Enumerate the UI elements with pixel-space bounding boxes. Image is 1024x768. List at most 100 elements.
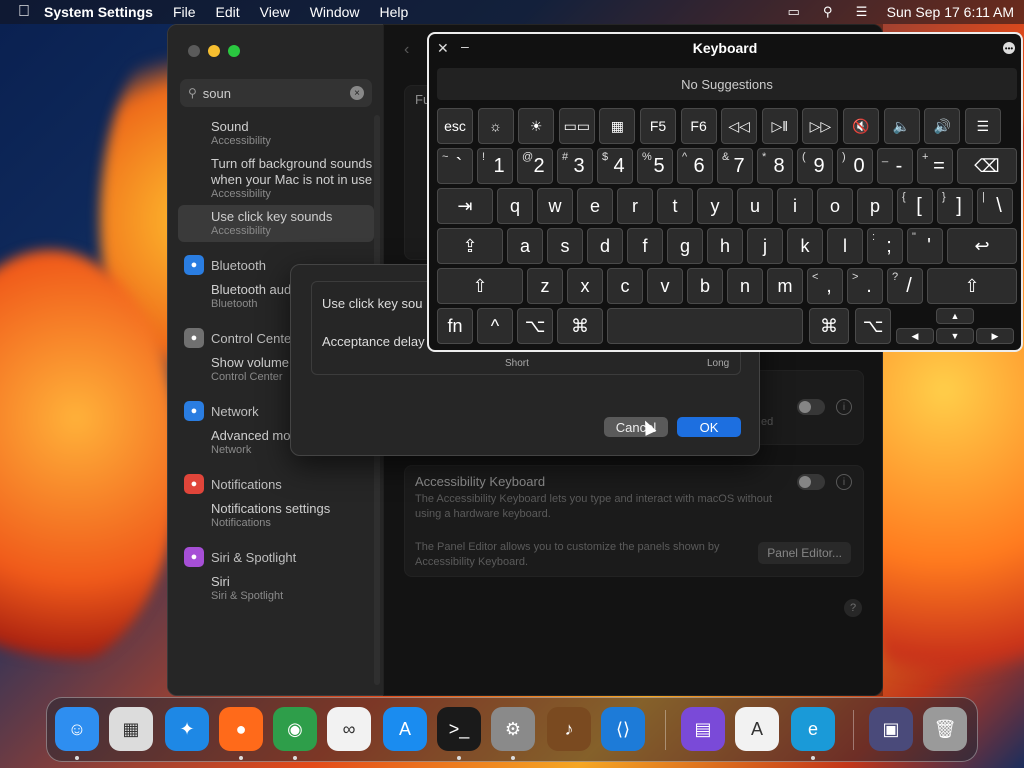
instruments-icon[interactable]: A	[735, 707, 779, 751]
key-9[interactable]: (9	[797, 148, 833, 184]
search-field[interactable]: ⚲ soun ×	[180, 79, 372, 107]
key-e[interactable]: e	[577, 188, 613, 224]
key-l[interactable]: l	[827, 228, 863, 264]
search-input[interactable]: soun	[203, 86, 231, 101]
sidebar-item[interactable]: Use click key sounds Accessibility	[178, 205, 374, 242]
key-s[interactable]: s	[547, 228, 583, 264]
arrow-down-key[interactable]: ▼	[936, 328, 974, 344]
menu-clock[interactable]: Sun Sep 17 6:11 AM	[887, 4, 1014, 20]
key-n[interactable]: n	[727, 268, 763, 304]
edge-icon[interactable]: e	[791, 707, 835, 751]
clear-search-icon[interactable]: ×	[350, 86, 364, 100]
screen-mirroring-icon[interactable]: ▭	[785, 4, 803, 19]
key-h[interactable]: h	[707, 228, 743, 264]
right-shift-key[interactable]: ⇧	[927, 268, 1017, 304]
spotlight-icon[interactable]: ⚲	[819, 4, 837, 19]
key-2[interactable]: @2	[517, 148, 553, 184]
menu-file[interactable]: File	[173, 4, 196, 20]
trash-icon[interactable]: 🗑	[923, 707, 967, 751]
caps-lock-key[interactable]: ⇪	[437, 228, 503, 264]
key-u[interactable]: u	[737, 188, 773, 224]
system-settings-icon[interactable]: ⚙	[491, 707, 535, 751]
key-fn-13[interactable]: ☰	[964, 108, 1001, 144]
key-1[interactable]: ! 1	[477, 148, 513, 184]
key-fn-2[interactable]: ☀	[518, 108, 555, 144]
key-q[interactable]: q	[497, 188, 533, 224]
key-fn-1[interactable]: ☼	[477, 108, 514, 144]
right-option-key[interactable]: ⌥	[855, 308, 891, 344]
delete-key[interactable]: ⌫	[957, 148, 1017, 184]
key-[[interactable]: {[	[897, 188, 933, 224]
key-j[interactable]: j	[747, 228, 783, 264]
key-y[interactable]: y	[697, 188, 733, 224]
key-r[interactable]: r	[617, 188, 653, 224]
finder-icon[interactable]: ☺	[55, 707, 99, 751]
key-fn-11[interactable]: 🔈	[883, 108, 920, 144]
app-store-icon[interactable]: A	[383, 707, 427, 751]
key-5[interactable]: % 5	[637, 148, 673, 184]
key-t[interactable]: t	[657, 188, 693, 224]
key-w[interactable]: w	[537, 188, 573, 224]
key-8[interactable]: * 8	[757, 148, 793, 184]
left-shift-key[interactable]: ⇧	[437, 268, 523, 304]
key--[interactable]: _ -	[877, 148, 913, 184]
key-`[interactable]: ~ `	[437, 148, 473, 184]
sidebar-item[interactable]: Siri Siri & Spotlight	[168, 570, 384, 607]
terminal-icon[interactable]: >_	[437, 707, 481, 751]
key-fn-0[interactable]: esc	[437, 108, 473, 144]
key-0[interactable]: ) 0	[837, 148, 873, 184]
menu-help[interactable]: Help	[380, 4, 409, 20]
control-center-icon[interactable]: ☰	[853, 4, 871, 19]
minimize-button[interactable]	[208, 45, 220, 57]
cancel-button[interactable]: Cancel	[604, 417, 668, 437]
zoom-button[interactable]	[228, 45, 240, 57]
options-icon[interactable]: •••	[1003, 42, 1015, 54]
close-button[interactable]	[188, 45, 200, 57]
key-fn-8[interactable]: ▷‖	[761, 108, 798, 144]
key-p[interactable]: p	[857, 188, 893, 224]
key-fn-3[interactable]: ▭▭	[558, 108, 595, 144]
menu-edit[interactable]: Edit	[216, 4, 240, 20]
key-fn-10[interactable]: 🔇	[843, 108, 879, 144]
tab-key[interactable]: ⇥	[437, 188, 493, 224]
key-][interactable]: }]	[937, 188, 973, 224]
key-fn-4[interactable]: ▦	[599, 108, 636, 144]
key-fn-9[interactable]: ▷▷	[802, 108, 839, 144]
safari-icon[interactable]: ✦	[165, 707, 209, 751]
left-command-key[interactable]: ⌘	[557, 308, 603, 344]
space-bar[interactable]	[607, 308, 803, 344]
left-option-key[interactable]: ⌥	[517, 308, 553, 344]
sidebar-item[interactable]: Notifications settings Notifications	[168, 497, 384, 534]
key-z[interactable]: z	[527, 268, 563, 304]
fn-key[interactable]: fn	[437, 308, 473, 344]
key-;[interactable]: :;	[867, 228, 903, 264]
key-6[interactable]: ^ 6	[677, 148, 713, 184]
key-'[interactable]: " '	[907, 228, 943, 264]
key-c[interactable]: c	[607, 268, 643, 304]
key-o[interactable]: o	[817, 188, 853, 224]
key-g[interactable]: g	[667, 228, 703, 264]
right-command-key[interactable]: ⌘	[809, 308, 849, 344]
key-b[interactable]: b	[687, 268, 723, 304]
key-4[interactable]: $4	[597, 148, 633, 184]
menu-window[interactable]: Window	[310, 4, 360, 20]
key-k[interactable]: k	[787, 228, 823, 264]
key-/[interactable]: ? /	[887, 268, 923, 304]
arrow-right-key[interactable]: ▶	[976, 328, 1014, 344]
suggestions-bar[interactable]: No Suggestions	[437, 68, 1017, 100]
key-fn-5[interactable]: F5	[640, 108, 676, 144]
arrow-up-key[interactable]: ▲	[936, 308, 974, 324]
key-fn-6[interactable]: F6	[680, 108, 717, 144]
key-d[interactable]: d	[587, 228, 623, 264]
key-x[interactable]: x	[567, 268, 603, 304]
key-.[interactable]: >.	[847, 268, 883, 304]
key-,[interactable]: <,	[807, 268, 843, 304]
apple-icon[interactable]: 	[10, 3, 38, 21]
firefox-icon[interactable]: ●	[219, 707, 263, 751]
arrow-left-key[interactable]: ◀	[896, 328, 934, 344]
key-fn-7[interactable]: ◁◁	[721, 108, 758, 144]
control-key[interactable]: ^	[477, 308, 513, 344]
key-7[interactable]: & 7	[717, 148, 753, 184]
vscode-icon[interactable]: ⟨⟩	[601, 707, 645, 751]
key-fn-12[interactable]: 🔊	[924, 108, 961, 144]
